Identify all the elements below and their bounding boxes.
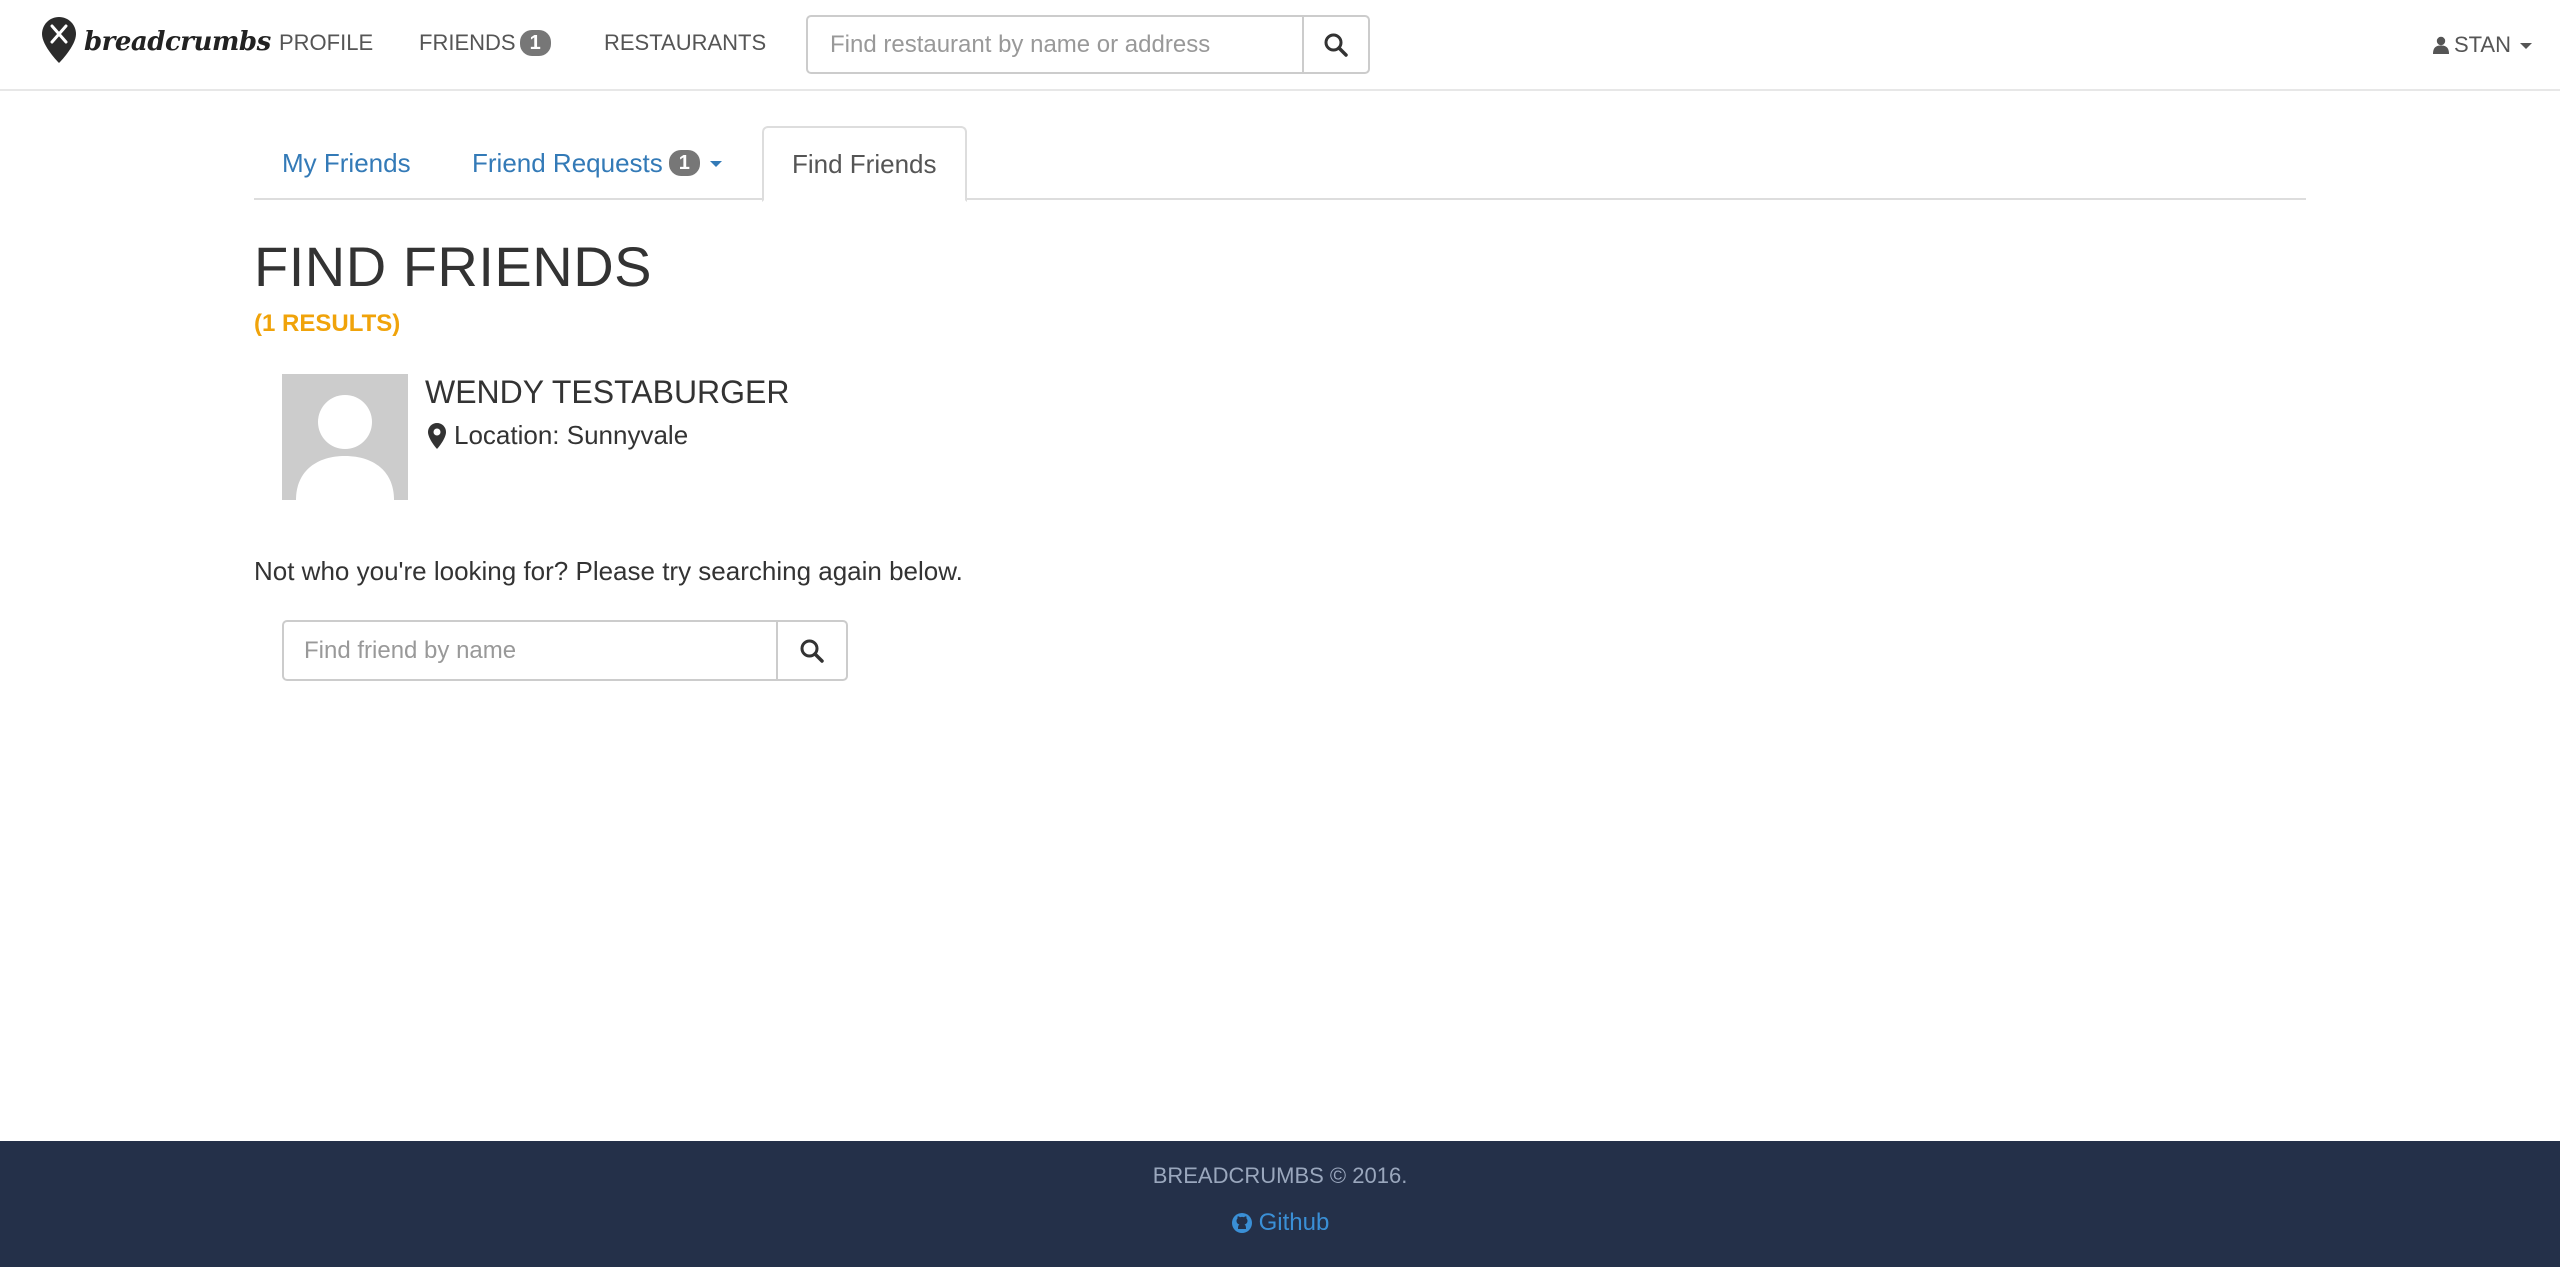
friend-name-link[interactable]: WENDY TESTABURGER <box>425 374 790 411</box>
default-avatar-icon <box>282 374 408 500</box>
restaurant-search-input[interactable] <box>806 15 1302 74</box>
nav-friends[interactable]: FRIENDS 1 <box>419 30 551 56</box>
brand-logo[interactable]: breadcrumbs <box>42 16 271 68</box>
nav-profile[interactable]: PROFILE <box>279 30 373 56</box>
page-title: FIND FRIENDS <box>254 235 652 298</box>
nav-restaurants-label: RESTAURANTS <box>604 30 767 55</box>
results-count: (1 RESULTS) <box>254 310 401 337</box>
restaurant-search-button[interactable] <box>1302 15 1370 74</box>
user-menu-dropdown[interactable]: STAN <box>2432 32 2532 58</box>
restaurant-search <box>806 15 1370 74</box>
map-marker-icon <box>428 422 446 449</box>
retry-message: Not who you're looking for? Please try s… <box>254 556 963 586</box>
nav-friends-label: FRIENDS <box>419 30 516 55</box>
friend-location: Location: Sunnyvale <box>428 420 688 451</box>
footer: BREADCRUMBS © 2016. Github <box>0 1141 2560 1267</box>
avatar[interactable] <box>282 374 408 500</box>
tab-find-friends[interactable]: Find Friends <box>762 126 967 202</box>
search-icon <box>1324 33 1348 57</box>
footer-copyright: BREADCRUMBS © 2016. <box>1152 1163 1408 1188</box>
friend-search <box>282 620 848 681</box>
top-navbar: breadcrumbs PROFILE FRIENDS 1 RESTAURANT… <box>0 0 2560 91</box>
nav-profile-label: PROFILE <box>279 30 374 55</box>
tab-my-friends[interactable]: My Friends <box>254 126 439 200</box>
friends-count-badge: 1 <box>519 30 551 56</box>
tab-friend-requests-label: Friend Requests <box>472 147 663 178</box>
map-pin-utensils-icon <box>42 16 76 68</box>
tab-my-friends-label: My Friends <box>282 147 411 178</box>
tab-friend-requests[interactable]: Friend Requests 1 <box>444 126 750 200</box>
github-icon <box>1231 1213 1252 1233</box>
user-name: STAN <box>2453 32 2511 57</box>
tab-find-friends-label: Find Friends <box>792 148 937 179</box>
github-link-label: Github <box>1258 1209 1330 1236</box>
friend-search-input[interactable] <box>282 620 776 681</box>
github-link[interactable]: Github <box>0 1209 2560 1237</box>
chevron-down-icon <box>2520 43 2532 49</box>
search-icon <box>800 639 824 663</box>
nav-restaurants[interactable]: RESTAURANTS <box>604 30 766 56</box>
friends-tabs: My Friends Friend Requests 1 Find Friend… <box>254 126 2306 202</box>
friend-requests-badge: 1 <box>668 150 700 176</box>
brand-name: breadcrumbs <box>84 27 271 57</box>
friend-location-text: Location: Sunnyvale <box>454 420 689 450</box>
friend-search-button[interactable] <box>776 620 848 681</box>
chevron-down-icon <box>709 161 722 167</box>
user-icon <box>2432 36 2449 54</box>
